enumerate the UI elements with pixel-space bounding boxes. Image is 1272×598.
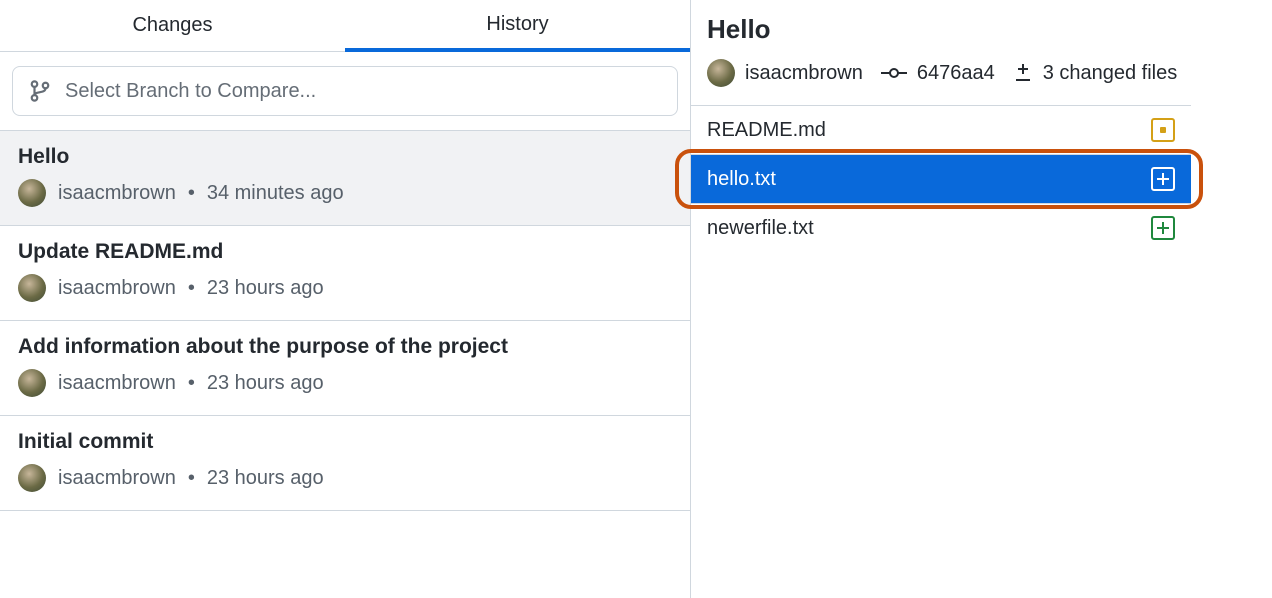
separator: • bbox=[188, 182, 195, 205]
commit-item[interactable]: Initial commit isaacmbrown • 23 hours ag… bbox=[0, 416, 690, 511]
file-name: README.md bbox=[707, 119, 826, 142]
commit-author: isaacmbrown bbox=[58, 182, 176, 205]
tab-history[interactable]: History bbox=[345, 0, 690, 52]
branch-compare-placeholder: Select Branch to Compare... bbox=[65, 80, 316, 103]
file-status-added-icon bbox=[1151, 167, 1175, 191]
file-status-modified-icon bbox=[1151, 118, 1175, 142]
changed-files-count: 3 changed files bbox=[1043, 62, 1178, 85]
diff-icon bbox=[1013, 63, 1033, 83]
git-branch-icon bbox=[29, 79, 51, 103]
tab-bar: Changes History bbox=[0, 0, 690, 52]
file-name: hello.txt bbox=[707, 168, 776, 191]
commit-title: Initial commit bbox=[18, 430, 672, 454]
commit-meta: isaacmbrown • 34 minutes ago bbox=[18, 179, 672, 207]
branch-compare-select[interactable]: Select Branch to Compare... bbox=[12, 66, 678, 116]
commit-time: 34 minutes ago bbox=[207, 182, 344, 205]
commit-detail-meta: isaacmbrown 6476aa4 bbox=[707, 59, 1256, 87]
commit-sha: 6476aa4 bbox=[917, 62, 995, 85]
commit-detail-panel: Hello isaacmbrown 6476aa4 bbox=[691, 0, 1272, 598]
commit-item[interactable]: Add information about the purpose of the… bbox=[0, 321, 690, 416]
commit-time: 23 hours ago bbox=[207, 372, 324, 395]
avatar bbox=[18, 274, 46, 302]
commit-detail-header: Hello isaacmbrown 6476aa4 bbox=[691, 0, 1272, 105]
file-row[interactable]: newerfile.txt bbox=[691, 204, 1191, 252]
tab-changes-label: Changes bbox=[132, 14, 212, 37]
avatar bbox=[707, 59, 735, 87]
file-status-added-icon bbox=[1151, 216, 1175, 240]
separator: • bbox=[188, 467, 195, 490]
avatar bbox=[18, 369, 46, 397]
commit-title: Update README.md bbox=[18, 240, 672, 264]
commit-meta: isaacmbrown • 23 hours ago bbox=[18, 369, 672, 397]
history-panel: Changes History Select Branch to Compare… bbox=[0, 0, 691, 598]
commit-detail-title: Hello bbox=[707, 14, 1256, 45]
file-row[interactable]: hello.txt bbox=[691, 155, 1191, 204]
sha-group[interactable]: 6476aa4 bbox=[881, 62, 995, 85]
commit-time: 23 hours ago bbox=[207, 277, 324, 300]
file-row[interactable]: README.md bbox=[691, 106, 1191, 155]
commit-time: 23 hours ago bbox=[207, 467, 324, 490]
commit-title: Hello bbox=[18, 145, 672, 169]
commit-meta: isaacmbrown • 23 hours ago bbox=[18, 274, 672, 302]
commit-meta: isaacmbrown • 23 hours ago bbox=[18, 464, 672, 492]
commit-title: Add information about the purpose of the… bbox=[18, 335, 672, 359]
commit-author: isaacmbrown bbox=[58, 372, 176, 395]
file-name: newerfile.txt bbox=[707, 217, 814, 240]
changed-files-list: README.md hello.txt newerfile.txt bbox=[691, 105, 1191, 252]
separator: • bbox=[188, 372, 195, 395]
commit-icon bbox=[881, 65, 907, 81]
commit-detail-author: isaacmbrown bbox=[745, 62, 863, 85]
commit-item[interactable]: Hello isaacmbrown • 34 minutes ago bbox=[0, 130, 690, 226]
avatar bbox=[18, 179, 46, 207]
commit-list: Hello isaacmbrown • 34 minutes ago Updat… bbox=[0, 130, 690, 511]
avatar bbox=[18, 464, 46, 492]
commit-author: isaacmbrown bbox=[58, 277, 176, 300]
tab-history-label: History bbox=[486, 13, 548, 36]
commit-item[interactable]: Update README.md isaacmbrown • 23 hours … bbox=[0, 226, 690, 321]
changed-files-group[interactable]: 3 changed files bbox=[1013, 62, 1178, 85]
separator: • bbox=[188, 277, 195, 300]
tab-changes[interactable]: Changes bbox=[0, 0, 345, 52]
commit-author: isaacmbrown bbox=[58, 467, 176, 490]
author-group: isaacmbrown bbox=[707, 59, 863, 87]
